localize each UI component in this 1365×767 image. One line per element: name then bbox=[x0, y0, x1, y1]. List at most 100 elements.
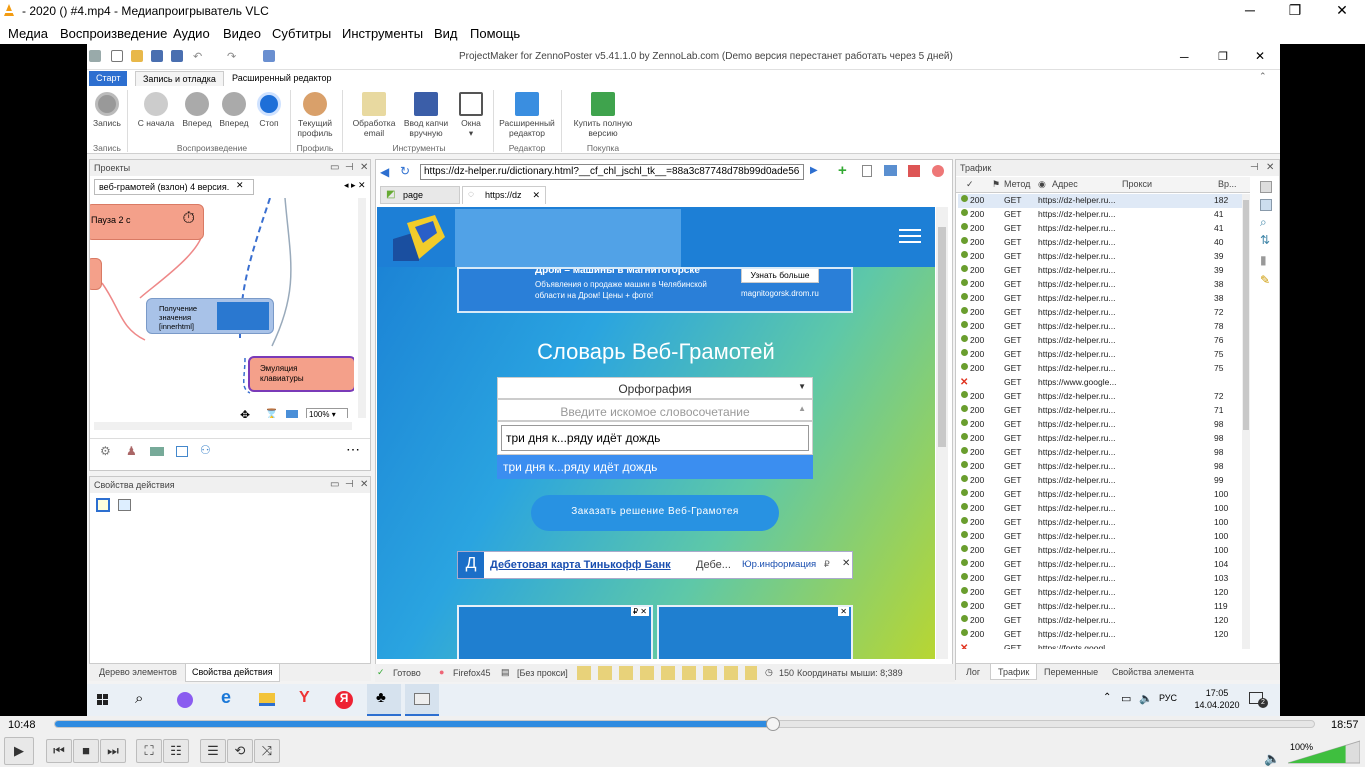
current-profile-button[interactable]: Текущий профиль bbox=[295, 92, 335, 138]
table-row[interactable]: 200 GET https://dz-helper.ru... 120 bbox=[958, 628, 1248, 642]
from-start-button[interactable]: С начала bbox=[135, 92, 177, 128]
ad-top[interactable]: Дром – машины в Магнитогорске Объявления… bbox=[457, 267, 853, 313]
status-proxy[interactable]: [Без прокси] bbox=[517, 668, 568, 678]
traffic-vscroll[interactable] bbox=[1242, 194, 1250, 649]
search-icon[interactable]: ⌕ bbox=[1260, 215, 1267, 230]
col-proxy[interactable]: Прокси bbox=[1122, 179, 1152, 189]
status-toolbar-icons[interactable] bbox=[577, 666, 757, 680]
forward-button[interactable]: Вперед bbox=[179, 92, 215, 128]
table-row[interactable]: 200 GET https://dz-helper.ru... 182 bbox=[958, 194, 1248, 208]
category-select[interactable]: Орфография ▼ bbox=[497, 377, 813, 399]
tab-element-tree[interactable]: Дерево элементов bbox=[99, 667, 177, 677]
tab-close-icon[interactable]: ✕ bbox=[236, 180, 244, 191]
page-icon[interactable] bbox=[862, 165, 872, 177]
open-icon[interactable] bbox=[131, 50, 143, 62]
menu-media[interactable]: Медиа bbox=[8, 26, 48, 41]
clear-icon[interactable] bbox=[908, 165, 920, 177]
project-tab[interactable]: веб-грамотей (взлон) 4 версия. bbox=[94, 179, 254, 195]
table-row[interactable]: 200 GET https://dz-helper.ru... 76 bbox=[958, 334, 1248, 348]
network-icon[interactable]: ▭ bbox=[1121, 692, 1131, 705]
undo-icon[interactable]: ↶ bbox=[193, 50, 205, 63]
tab-action-props[interactable]: Свойства действия bbox=[185, 664, 280, 682]
tab-log[interactable]: Лог bbox=[966, 667, 980, 677]
tab-record-debug[interactable]: Запись и отладка bbox=[135, 71, 224, 86]
pm-close-icon[interactable]: ✕ bbox=[1255, 49, 1265, 63]
table-row[interactable]: 200 GET https://dz-helper.ru... 100 bbox=[958, 488, 1248, 502]
tab-start[interactable]: Старт bbox=[89, 71, 128, 86]
table-row[interactable]: 200 GET https://dz-helper.ru... 41 bbox=[958, 208, 1248, 222]
panel-float-icon[interactable]: ▭ bbox=[330, 162, 339, 173]
tray-chevron-icon[interactable]: ⌃ bbox=[1103, 692, 1111, 703]
panel-pin-icon[interactable]: ⊣ bbox=[1250, 162, 1259, 173]
volume-slider[interactable]: 100% bbox=[1287, 740, 1361, 764]
explorer-icon[interactable] bbox=[259, 693, 275, 706]
panel-float-icon[interactable]: ▭ bbox=[330, 479, 339, 490]
cookies-icon[interactable] bbox=[932, 165, 944, 177]
tree-icon[interactable]: ⚇ bbox=[200, 443, 211, 457]
save-icon[interactable] bbox=[151, 50, 163, 62]
hourglass-icon[interactable]: ⌛ bbox=[264, 408, 279, 418]
col-method[interactable]: Метод bbox=[1004, 179, 1030, 189]
playlist-button[interactable]: ☰ bbox=[200, 739, 226, 763]
person-icon[interactable]: ♟ bbox=[126, 444, 137, 458]
seek-bar[interactable] bbox=[54, 717, 1315, 731]
status-browser[interactable]: Firefox45 bbox=[453, 668, 491, 678]
table-row[interactable]: 200 GET https://dz-helper.ru... 72 bbox=[958, 306, 1248, 320]
email-button[interactable]: Обработка email bbox=[349, 92, 399, 138]
close-icon[interactable]: ✕ bbox=[1327, 2, 1357, 19]
table-row[interactable]: 200 GET https://dz-helper.ru... 38 bbox=[958, 278, 1248, 292]
tab-variables[interactable]: Переменные bbox=[1044, 667, 1098, 677]
keyboard-emulation-node[interactable]: Эмуляция клавиатуры bbox=[248, 356, 354, 392]
search-input[interactable]: три дня к...ряду идёт дождь bbox=[501, 425, 809, 451]
search-dropdown[interactable]: Введите искомое словосочетание ▲ bbox=[497, 399, 813, 421]
table-row[interactable]: 200 GET https://dz-helper.ru... 39 bbox=[958, 250, 1248, 264]
tab-dz[interactable]: https://dz ✕ bbox=[462, 186, 546, 204]
step-forward-button[interactable]: Вперед bbox=[216, 92, 252, 128]
maximize-icon[interactable]: ❐ bbox=[1280, 2, 1310, 19]
menu-subtitles[interactable]: Субтитры bbox=[272, 26, 331, 41]
site-logo[interactable] bbox=[389, 213, 447, 261]
search-icon[interactable]: ⌕ bbox=[135, 690, 143, 707]
tab-traffic[interactable]: Трафик bbox=[990, 664, 1038, 680]
table-row[interactable]: 200 GET https://dz-helper.ru... 72 bbox=[958, 390, 1248, 404]
clock[interactable]: 17:05 14.04.2020 bbox=[1189, 687, 1245, 711]
move-icon[interactable]: ✥ bbox=[240, 408, 250, 418]
suggestion-item[interactable]: три дня к...ряду идёт дождь bbox=[497, 455, 813, 479]
table-row[interactable]: ✕ GET https://fonts.googl... bbox=[958, 642, 1248, 649]
ad-legal-info-link[interactable]: Юр.информация bbox=[742, 559, 816, 570]
seek-handle[interactable] bbox=[765, 717, 780, 731]
panel-close-icon[interactable]: ✕ bbox=[360, 162, 368, 173]
table-row[interactable]: 200 GET https://dz-helper.ru... 39 bbox=[958, 264, 1248, 278]
table-row[interactable]: 200 GET https://dz-helper.ru... 41 bbox=[958, 222, 1248, 236]
ad-bottom[interactable]: Д Дебетовая карта Тинькофф Банк Дебе... … bbox=[457, 551, 853, 579]
ad-block-right[interactable]: ✕ bbox=[657, 605, 853, 659]
previous-button[interactable]: ⏮ bbox=[46, 739, 72, 763]
window-icon[interactable] bbox=[263, 50, 275, 62]
shuffle-button[interactable]: ⤨ bbox=[254, 739, 280, 763]
grid-view-icon[interactable] bbox=[96, 498, 110, 512]
notifications-icon[interactable]: 2 bbox=[1249, 692, 1268, 708]
back-icon[interactable]: ◀ bbox=[380, 165, 389, 179]
stop-button[interactable]: ■ bbox=[73, 739, 99, 763]
trash-icon[interactable]: ▮ bbox=[1260, 253, 1267, 267]
table-row[interactable]: 200 GET https://dz-helper.ru... 99 bbox=[958, 474, 1248, 488]
pm-maximize-icon[interactable]: ❐ bbox=[1218, 50, 1228, 63]
yandex-icon[interactable]: Я bbox=[335, 691, 353, 709]
record-button[interactable]: Запись bbox=[91, 92, 123, 128]
get-value-node[interactable]: Получение значения [innerhtml] bbox=[146, 298, 274, 334]
project-canvas[interactable]: Пауза 2 с ⏱ Получение значения [innerhtml… bbox=[90, 198, 354, 418]
speaker-icon[interactable]: 🔈 bbox=[1264, 751, 1280, 767]
hamburger-menu-icon[interactable] bbox=[899, 229, 921, 231]
table-row[interactable]: 200 GET https://dz-helper.ru... 100 bbox=[958, 502, 1248, 516]
tab-element-props[interactable]: Свойства элемента bbox=[1112, 667, 1194, 677]
panel-close-icon[interactable]: ✕ bbox=[360, 479, 368, 490]
pm-minimize-icon[interactable]: ─ bbox=[1180, 50, 1189, 64]
table-row[interactable]: 200 GET https://dz-helper.ru... 75 bbox=[958, 362, 1248, 376]
menu-audio[interactable]: Аудио bbox=[173, 26, 210, 41]
ad-close-icon[interactable]: ₽ ✕ bbox=[630, 607, 649, 616]
address-bar[interactable]: https://dz-helper.ru/dictionary.html?__c… bbox=[420, 164, 804, 180]
language-indicator[interactable]: РУС bbox=[1159, 693, 1177, 703]
new-icon[interactable] bbox=[111, 50, 123, 62]
refresh-icon[interactable]: ↻ bbox=[400, 164, 410, 178]
redo-icon[interactable]: ↷ bbox=[227, 50, 239, 63]
